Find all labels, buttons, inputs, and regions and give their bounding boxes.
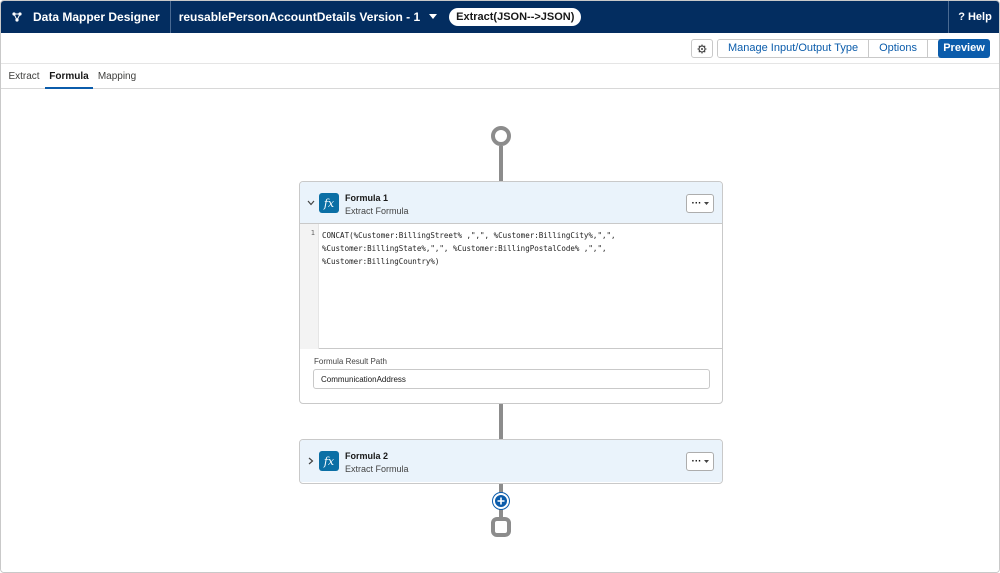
formula-title: Formula 2	[345, 451, 389, 461]
more-icon: ···	[691, 198, 702, 209]
connector-line	[499, 404, 503, 439]
line-number: 1	[310, 229, 315, 237]
preview-button[interactable]: Preview	[938, 39, 990, 58]
line-gutter: 1	[300, 224, 319, 349]
more-icon: ···	[691, 456, 702, 467]
formula-title: Formula 1	[345, 193, 389, 203]
formula-card: fx Formula 2 Extract Formula ···	[299, 439, 723, 484]
formula-card-header: fx Formula 1 Extract Formula ···	[300, 182, 722, 224]
code-line: %Customer:BillingCountry%)	[322, 257, 440, 266]
gear-icon	[697, 44, 707, 53]
version-chevron-down-icon[interactable]	[420, 1, 446, 33]
tab-bar: Extract Formula Mapping	[1, 64, 999, 89]
formula-subtitle: Extract Formula	[345, 464, 409, 474]
add-formula-button[interactable]	[493, 493, 509, 509]
formula-code: CONCAT(%Customer:BillingStreet% ,",", %C…	[322, 229, 718, 268]
result-path-section: Formula Result Path	[300, 349, 722, 401]
help-link[interactable]: ? Help	[948, 1, 999, 33]
tab-mapping[interactable]: Mapping	[97, 64, 137, 89]
tab-extract[interactable]: Extract	[5, 64, 43, 89]
end-node	[491, 517, 511, 537]
formula-canvas: fx Formula 1 Extract Formula ··· 1 CONCA…	[1, 89, 999, 572]
manage-io-type-button[interactable]: Manage Input/Output Type	[718, 40, 869, 57]
toolbar: Manage Input/Output Type Options Clone P…	[1, 33, 999, 64]
formula-card-header: fx Formula 2 Extract Formula ···	[300, 440, 722, 482]
formula-card: fx Formula 1 Extract Formula ··· 1 CONCA…	[299, 181, 723, 404]
formula-code-editor[interactable]: 1 CONCAT(%Customer:BillingStreet% ,",", …	[300, 224, 722, 349]
caret-down-icon	[703, 201, 709, 205]
app-title: Data Mapper Designer	[33, 1, 171, 33]
start-node	[491, 126, 511, 146]
formula-menu-button[interactable]: ···	[686, 194, 714, 213]
chevron-down-icon[interactable]	[306, 198, 316, 208]
fx-icon: fx	[319, 193, 339, 213]
app-launcher-icon[interactable]	[1, 1, 33, 33]
code-line: %Customer:BillingState%,",", %Customer:B…	[322, 244, 607, 253]
chevron-right-icon[interactable]	[306, 456, 316, 466]
type-pill: Extract(JSON-->JSON)	[449, 8, 582, 26]
settings-button[interactable]	[691, 39, 713, 58]
top-bar: Data Mapper Designer reusablePersonAccou…	[1, 1, 999, 33]
result-path-input[interactable]	[313, 369, 710, 389]
connector-line	[499, 146, 503, 181]
app-frame: Data Mapper Designer reusablePersonAccou…	[0, 0, 1000, 573]
options-button[interactable]: Options	[868, 40, 927, 57]
caret-down-icon	[703, 459, 709, 463]
code-line: CONCAT(%Customer:BillingStreet% ,",", %C…	[322, 231, 616, 240]
version-title: reusablePersonAccountDetails Version - 1	[178, 10, 421, 24]
formula-menu-button[interactable]: ···	[686, 452, 714, 471]
tab-formula[interactable]: Formula	[45, 64, 93, 89]
result-path-label: Formula Result Path	[314, 357, 387, 366]
plus-icon	[497, 497, 505, 505]
formula-subtitle: Extract Formula	[345, 206, 409, 216]
fx-icon: fx	[319, 451, 339, 471]
